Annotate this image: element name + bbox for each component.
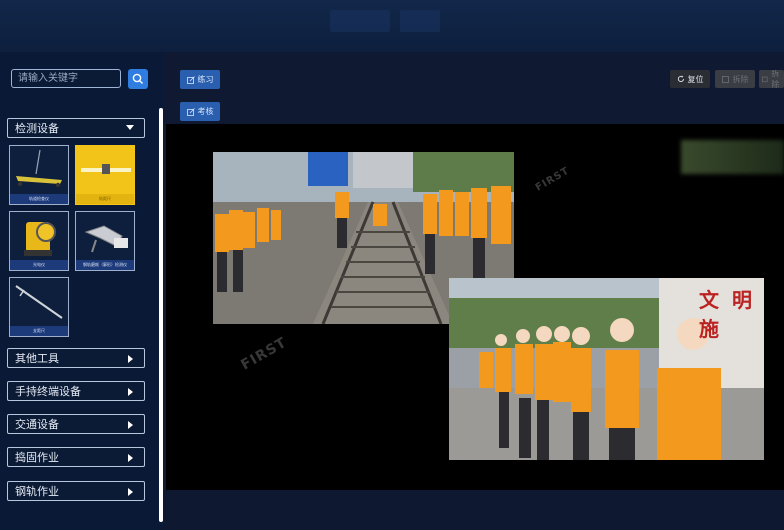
caret-right-icon	[128, 421, 133, 429]
track-gauge-image	[81, 164, 131, 174]
optical-instrument-image	[24, 222, 56, 256]
disabled-action-button-2[interactable]: 拆除	[759, 70, 784, 88]
tile-caption: 轨距尺	[76, 194, 134, 204]
category-other-tools[interactable]: 其他工具	[7, 348, 145, 368]
category-label: 钢轨作业	[15, 485, 59, 498]
edit-icon	[186, 107, 195, 116]
caret-right-icon	[128, 488, 133, 496]
tool-tile-offset-ruler[interactable]: 支距尺	[9, 277, 69, 337]
watermark-text: FIRST	[238, 334, 290, 374]
disabled-action-label-2: 拆除	[771, 70, 780, 88]
category-label: 手持终端设备	[15, 385, 81, 398]
category-traffic-equipment[interactable]: 交通设备	[7, 414, 145, 434]
search-button[interactable]	[128, 69, 148, 89]
category-rail-work[interactable]: 钢轨作业	[7, 481, 145, 501]
disabled-action-button[interactable]: 拆除	[715, 70, 755, 88]
top-header	[0, 0, 784, 52]
track-inspector-image	[16, 149, 62, 188]
edit-icon	[186, 75, 195, 84]
bottom-bar	[163, 490, 784, 530]
offset-ruler-image	[15, 285, 63, 319]
tool-tile-optical-instrument[interactable]: 光电仪	[9, 211, 69, 271]
tile-caption: 轨道检查仪	[10, 194, 68, 204]
tile-caption: 光电仪	[10, 260, 68, 270]
caret-right-icon	[128, 388, 133, 396]
category-detection-equipment[interactable]: 检测设备	[7, 118, 145, 138]
caret-down-icon	[126, 125, 134, 130]
caret-right-icon	[128, 355, 133, 363]
exam-label: 考核	[197, 107, 214, 116]
edit-icon	[721, 76, 729, 83]
header-decoration	[400, 10, 440, 32]
category-label: 交通设备	[15, 418, 59, 431]
practice-button[interactable]: 练习	[180, 70, 220, 89]
toolbar	[163, 52, 784, 124]
caret-right-icon	[128, 454, 133, 462]
search-icon	[132, 73, 143, 84]
rail-wear-detector-image	[84, 225, 128, 253]
video-stage: 文 明 施 FIRST FIRST	[166, 124, 784, 490]
header-decoration	[330, 10, 390, 32]
tile-caption: 支距尺	[10, 326, 68, 336]
exam-button[interactable]: 考核	[180, 102, 220, 121]
reset-button[interactable]: 复位	[670, 70, 710, 88]
blurred-overlay	[681, 140, 784, 174]
category-label: 捣固作业	[15, 451, 59, 464]
category-tamping-work[interactable]: 捣固作业	[7, 447, 145, 467]
tool-tile-rail-wear-detector[interactable]: 钢轨磨耗（廓形）检测仪	[75, 211, 135, 271]
refresh-icon	[677, 75, 684, 82]
category-handheld-terminal[interactable]: 手持终端设备	[7, 381, 145, 401]
reset-label: 复位	[687, 74, 704, 84]
edit-icon	[762, 76, 768, 83]
tile-caption: 钢轨磨耗（廓形）检测仪	[76, 260, 134, 270]
category-label: 检测设备	[15, 122, 59, 135]
search-input[interactable]	[11, 69, 121, 88]
tool-tile-track-gauge[interactable]: 轨距尺	[75, 145, 135, 205]
watermark-text: FIRST	[533, 165, 572, 194]
tool-tile-track-inspector[interactable]: 轨道检查仪	[9, 145, 69, 205]
disabled-action-label: 拆除	[732, 74, 749, 84]
practice-label: 练习	[197, 75, 214, 84]
category-label: 其他工具	[15, 352, 59, 365]
sign-text: 文 明 施	[699, 288, 755, 341]
